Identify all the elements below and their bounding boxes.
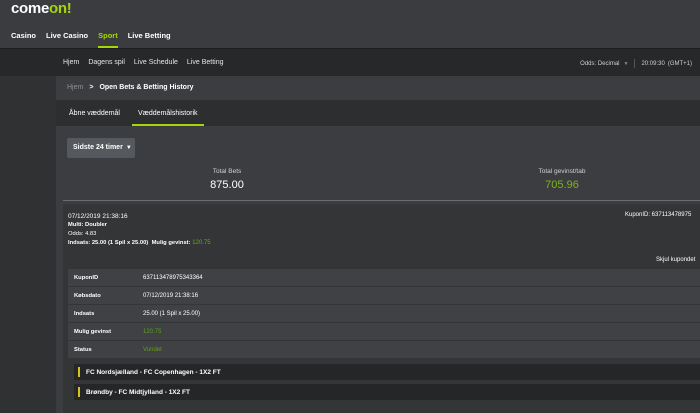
bet-type: Multi: Doubler bbox=[68, 222, 107, 228]
status-badge: Vundet bbox=[143, 347, 162, 353]
logo-accent-text: on! bbox=[49, 0, 72, 17]
tab-open-bets[interactable]: Åbne væddemål bbox=[69, 110, 120, 117]
bet-date: 07/12/2019 21:38:16 bbox=[68, 213, 128, 220]
detail-key: Status bbox=[74, 347, 92, 353]
chevron-down-icon: ▼ bbox=[125, 145, 132, 151]
total-bets-label: Total Bets bbox=[212, 168, 242, 175]
match-row[interactable]: FC Nordsjælland - FC Copenhagen - 1X2 FT bbox=[74, 364, 700, 380]
detail-key: KuponID bbox=[74, 275, 99, 281]
period-filter-label: Sidste 24 timer bbox=[73, 144, 123, 151]
bet-summary: 07/12/2019 21:38:16 Multi: Doubler Odds:… bbox=[68, 212, 211, 248]
total-bets-value: 875.00 bbox=[210, 179, 244, 191]
divider bbox=[63, 200, 700, 201]
total-win-stat: Total gevinst/tab 705.96 bbox=[530, 168, 594, 191]
clock-time: 20:09:30 bbox=[641, 60, 665, 67]
detail-value: 25.00 (1 Spil x 25.00) bbox=[143, 311, 201, 317]
table-row: Købsdato 07/12/2019 21:38:16 bbox=[68, 287, 700, 305]
nav-live-casino[interactable]: Live Casino bbox=[41, 30, 93, 48]
detail-key: Købsdato bbox=[74, 293, 101, 299]
bet-odds: Odds: 4.83 bbox=[68, 231, 97, 237]
possible-win-value: 120.75 bbox=[192, 240, 211, 246]
subnav-live-betting[interactable]: Live Betting bbox=[187, 59, 224, 66]
bet-stake: Indsats: 25.00 (1 Spil x 25.00) bbox=[68, 240, 149, 246]
total-win-value: 705.96 bbox=[545, 179, 579, 191]
table-row: Mulig gevinst 120.75 bbox=[68, 323, 700, 341]
timezone-label: (GMT+1) bbox=[667, 60, 692, 67]
table-row: KuponID 637113478975343364 bbox=[68, 269, 700, 287]
bet-stake-line: Indsats: 25.00 (1 Spil x 25.00) Mulig ge… bbox=[68, 239, 211, 248]
odds-format-select[interactable]: Odds: Decimal bbox=[580, 61, 619, 67]
main-nav: Casino Live Casino Sport Live Betting bbox=[0, 30, 176, 48]
sub-header: Hjem Dagens spil Live Schedule Live Bett… bbox=[0, 48, 700, 76]
table-row: Status Vundet bbox=[68, 341, 700, 359]
top-header: comeon! Casino Live Casino Sport Live Be… bbox=[0, 0, 700, 48]
breadcrumb: Hjem > Open Bets & Betting History bbox=[67, 84, 194, 91]
possible-win-label: Mulig gevinst: bbox=[151, 240, 191, 246]
nav-sport[interactable]: Sport bbox=[93, 30, 123, 48]
bet-details-table: KuponID 637113478975343364 Købsdato 07/1… bbox=[68, 269, 700, 359]
match-label: Brøndby - FC Midtjylland - 1X2 FT bbox=[86, 389, 190, 396]
kupon-id-header: KuponID: 637113478975 bbox=[625, 212, 692, 218]
total-win-label: Total gevinst/tab bbox=[538, 168, 586, 175]
match-row[interactable]: Brøndby - FC Midtjylland - 1X2 FT bbox=[74, 384, 700, 400]
match-label: FC Nordsjælland - FC Copenhagen - 1X2 FT bbox=[86, 369, 221, 376]
nav-live-betting[interactable]: Live Betting bbox=[123, 30, 176, 48]
breadcrumb-home[interactable]: Hjem bbox=[67, 84, 83, 91]
subnav-hjem[interactable]: Hjem bbox=[63, 59, 79, 66]
comeon-logo[interactable]: comeon! bbox=[11, 0, 72, 17]
settings-area: Odds: Decimal ▼ 20:09:30 (GMT+1) bbox=[580, 59, 692, 68]
detail-key: Mulig gevinst bbox=[74, 329, 112, 335]
match-indicator bbox=[78, 367, 80, 377]
subnav-dagens-spil[interactable]: Dagens spil bbox=[88, 59, 125, 66]
chevron-down-icon: ▼ bbox=[623, 60, 629, 67]
detail-key: Indsats bbox=[74, 311, 95, 317]
detail-value: 120.75 bbox=[143, 329, 162, 335]
table-row: Indsats 25.00 (1 Spil x 25.00) bbox=[68, 305, 700, 323]
nav-casino[interactable]: Casino bbox=[0, 30, 41, 48]
detail-value: 07/12/2019 21:38:16 bbox=[143, 293, 199, 299]
detail-value: 637113478975343364 bbox=[143, 275, 203, 281]
divider bbox=[634, 59, 636, 68]
period-filter-dropdown[interactable]: Sidste 24 timer ▼ bbox=[67, 138, 135, 158]
tab-bet-history[interactable]: Væddemålshistorik bbox=[132, 110, 204, 126]
bet-tabs: Åbne væddemål Væddemålshistorik bbox=[56, 100, 700, 126]
total-bets-stat: Total Bets 875.00 bbox=[195, 168, 259, 191]
match-indicator bbox=[78, 387, 80, 397]
breadcrumb-current: Open Bets & Betting History bbox=[99, 84, 194, 91]
subnav-live-schedule[interactable]: Live Schedule bbox=[134, 59, 178, 66]
hide-coupon-details-link[interactable]: Skjul kupondet bbox=[656, 257, 695, 263]
sub-nav: Hjem Dagens spil Live Schedule Live Bett… bbox=[63, 59, 224, 66]
logo-text: come bbox=[11, 0, 49, 17]
chevron-right-icon: > bbox=[89, 84, 94, 91]
